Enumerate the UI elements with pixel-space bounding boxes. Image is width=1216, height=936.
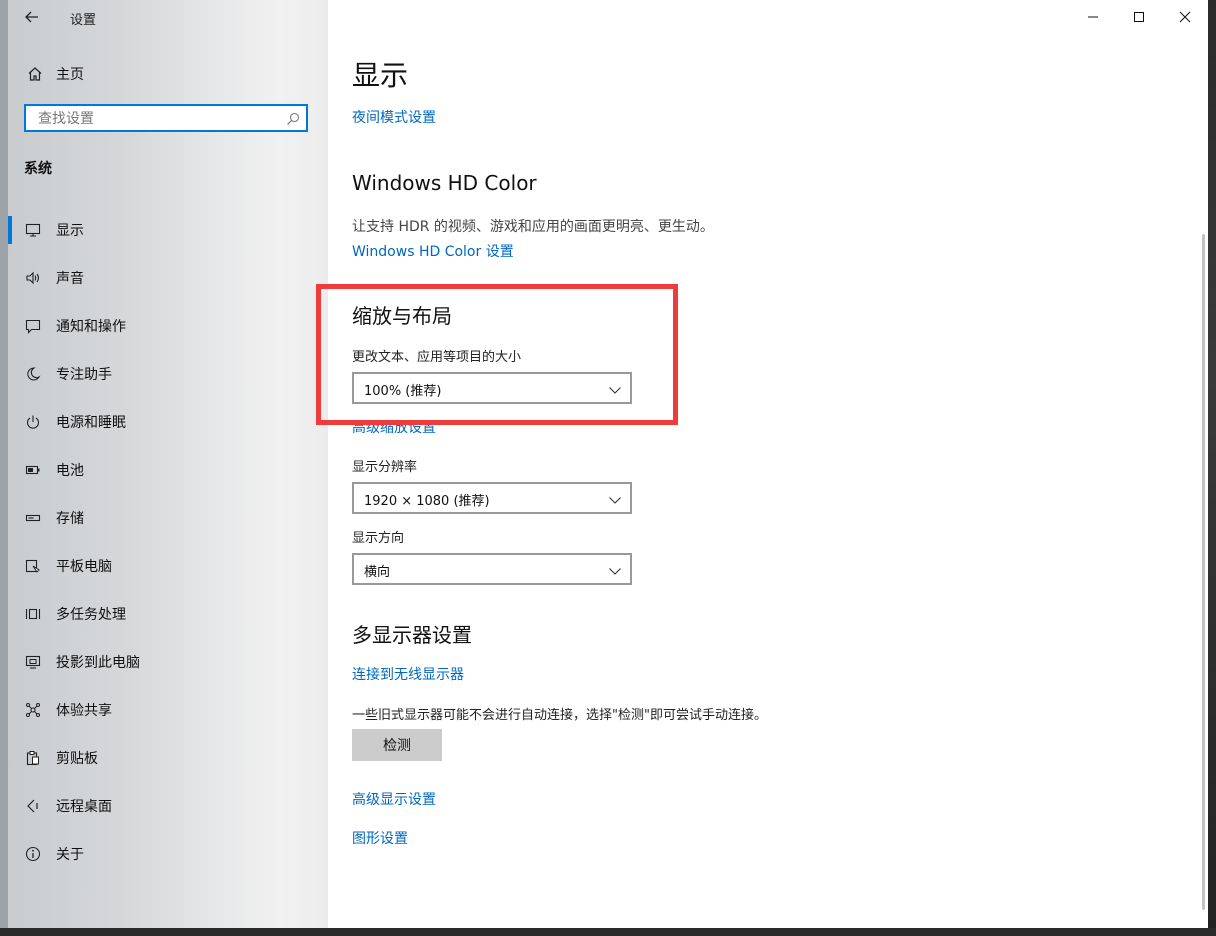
sidebar-item-label: 关于 bbox=[56, 847, 84, 863]
home-label: 主页 bbox=[56, 67, 84, 83]
orientation-value: 横向 bbox=[364, 565, 391, 580]
resolution-label: 显示分辨率 bbox=[352, 460, 418, 475]
sidebar-item-sound[interactable]: 声音 bbox=[8, 254, 328, 302]
sidebar-item-label: 电源和睡眠 bbox=[56, 415, 126, 431]
sidebar-item-label: 远程桌面 bbox=[56, 799, 112, 815]
advanced-scaling-link[interactable]: 高级缩放设置 bbox=[352, 417, 436, 437]
advanced-display-settings-link[interactable]: 高级显示设置 bbox=[352, 789, 436, 809]
hdr-section-title: Windows HD Color bbox=[352, 171, 537, 195]
project-icon bbox=[22, 651, 44, 673]
chevron-down-icon bbox=[608, 382, 622, 401]
notification-icon bbox=[22, 315, 44, 337]
search-box[interactable] bbox=[24, 104, 308, 132]
sidebar-item-remote-desktop[interactable]: 远程桌面 bbox=[8, 782, 328, 830]
background-edge-right bbox=[1208, 0, 1216, 936]
sidebar-item-tablet[interactable]: 平板电脑 bbox=[8, 542, 328, 590]
clipboard-icon bbox=[22, 747, 44, 769]
sidebar-item-power[interactable]: 电源和睡眠 bbox=[8, 398, 328, 446]
sidebar-item-label: 平板电脑 bbox=[56, 559, 112, 575]
orientation-label: 显示方向 bbox=[352, 531, 405, 546]
page-title: 显示 bbox=[352, 59, 409, 92]
speaker-icon bbox=[22, 267, 44, 289]
sidebar-item-about[interactable]: 关于 bbox=[8, 830, 328, 878]
sidebar-item-storage[interactable]: 存储 bbox=[8, 494, 328, 542]
sidebar-edge bbox=[0, 0, 8, 928]
back-arrow-icon bbox=[25, 11, 38, 23]
sidebar-item-notifications[interactable]: 通知和操作 bbox=[8, 302, 328, 350]
sidebar-item-label: 存储 bbox=[56, 511, 84, 527]
sidebar-item-label: 通知和操作 bbox=[56, 319, 126, 335]
storage-icon bbox=[22, 507, 44, 529]
sidebar-item-project[interactable]: 投影到此电脑 bbox=[8, 638, 328, 686]
scale-size-label: 更改文本、应用等项目的大小 bbox=[352, 350, 522, 365]
sidebar-item-label: 多任务处理 bbox=[56, 607, 126, 623]
detect-button[interactable]: 检测 bbox=[352, 729, 442, 761]
sidebar-item-multitasking[interactable]: 多任务处理 bbox=[8, 590, 328, 638]
connect-wireless-display-link[interactable]: 连接到无线显示器 bbox=[352, 664, 464, 684]
back-button[interactable] bbox=[18, 4, 46, 30]
battery-icon bbox=[22, 459, 44, 481]
sidebar-item-battery[interactable]: 电池 bbox=[8, 446, 328, 494]
search-icon[interactable] bbox=[286, 111, 300, 130]
info-icon bbox=[22, 843, 44, 865]
sidebar-item-label: 体验共享 bbox=[56, 703, 112, 719]
moon-icon bbox=[22, 363, 44, 385]
scrollbar[interactable] bbox=[1202, 234, 1205, 910]
orientation-dropdown[interactable]: 横向 bbox=[352, 553, 632, 585]
app-title: 设置 bbox=[70, 13, 97, 28]
sidebar-item-label: 剪贴板 bbox=[56, 751, 98, 767]
sidebar-item-label: 专注助手 bbox=[56, 367, 112, 383]
hdr-description: 让支持 HDR 的视频、游戏和应用的画面更明亮、更生动。 bbox=[352, 219, 714, 235]
chevron-down-icon bbox=[608, 563, 622, 582]
background-edge-bottom bbox=[0, 928, 1216, 936]
settings-window: 设置 主页 系统 显示 bbox=[0, 0, 1208, 928]
monitor-icon bbox=[22, 219, 44, 241]
multitasking-icon bbox=[22, 603, 44, 625]
sidebar-item-home[interactable]: 主页 bbox=[18, 58, 318, 90]
resolution-dropdown[interactable]: 1920 × 1080 (推荐) bbox=[352, 482, 632, 514]
search-input[interactable] bbox=[36, 109, 280, 129]
sidebar-item-focus-assist[interactable]: 专注助手 bbox=[8, 350, 328, 398]
sidebar-item-label: 电池 bbox=[56, 463, 84, 479]
resolution-value: 1920 × 1080 (推荐) bbox=[364, 494, 490, 509]
night-mode-settings-link[interactable]: 夜间模式设置 bbox=[352, 107, 436, 127]
sidebar-nav: 显示 声音 通知和操作 专注助手 电源和睡眠 电池 存储 平板电脑 多任务处理 … bbox=[8, 206, 328, 878]
graphics-settings-link[interactable]: 图形设置 bbox=[352, 828, 408, 848]
power-icon bbox=[22, 411, 44, 433]
hdr-settings-link[interactable]: Windows HD Color 设置 bbox=[352, 241, 514, 261]
multi-display-description: 一些旧式显示器可能不会进行自动连接，选择"检测"即可尝试手动连接。 bbox=[352, 708, 767, 723]
sidebar-item-display[interactable]: 显示 bbox=[8, 206, 328, 254]
sidebar: 设置 主页 系统 显示 bbox=[0, 0, 328, 928]
title-bar: 设置 bbox=[0, 0, 328, 34]
group-title-system: 系统 bbox=[24, 161, 52, 177]
scale-size-dropdown[interactable]: 100% (推荐) bbox=[352, 372, 632, 404]
chevron-down-icon bbox=[608, 492, 622, 511]
share-icon bbox=[22, 699, 44, 721]
main-content: 显示 夜间模式设置 Windows HD Color 让支持 HDR 的视频、游… bbox=[328, 0, 1208, 928]
scale-size-value: 100% (推荐) bbox=[364, 384, 442, 399]
sidebar-item-shared-experiences[interactable]: 体验共享 bbox=[8, 686, 328, 734]
home-icon bbox=[24, 66, 46, 82]
scale-section-title: 缩放与布局 bbox=[352, 304, 452, 328]
remote-desktop-icon bbox=[22, 795, 44, 817]
tablet-icon bbox=[22, 555, 44, 577]
sidebar-item-label: 投影到此电脑 bbox=[56, 655, 140, 671]
sidebar-item-label: 声音 bbox=[56, 271, 84, 287]
sidebar-item-label: 显示 bbox=[56, 223, 84, 239]
multi-display-section-title: 多显示器设置 bbox=[352, 623, 472, 647]
sidebar-item-clipboard[interactable]: 剪贴板 bbox=[8, 734, 328, 782]
